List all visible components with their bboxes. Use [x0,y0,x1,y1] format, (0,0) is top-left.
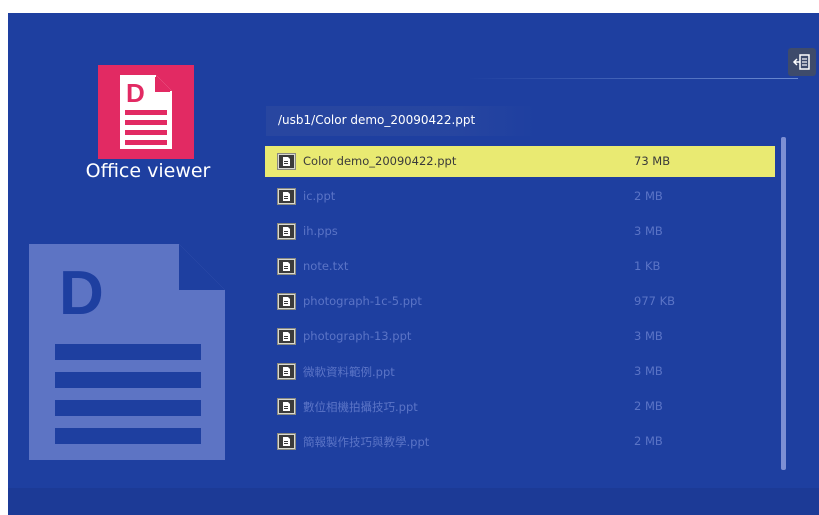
file-row[interactable]: ic.ppt 2 MB [265,179,775,214]
file-size: 3 MB [634,224,663,238]
file-icon [277,363,296,380]
file-row[interactable]: photograph-13.ppt 3 MB [265,319,775,354]
file-icon [277,258,296,275]
file-row[interactable]: Color demo_20090422.ppt 73 MB [265,144,775,179]
file-size: 977 KB [634,294,676,308]
file-name: 數位相機拍攝技巧.ppt [303,400,418,414]
file-name: note.txt [303,259,349,273]
file-icon [277,293,296,310]
file-icon [277,398,296,415]
file-row[interactable]: ih.pps 3 MB [265,214,775,249]
file-icon [277,153,296,170]
file-size: 3 MB [634,329,663,343]
file-row[interactable]: 微軟資料範例.ppt 3 MB [265,354,775,389]
file-row[interactable]: 簡報製作技巧與教學.ppt 2 MB [265,424,775,459]
app-title: Office viewer [85,160,211,182]
file-name: Color demo_20090422.ppt [303,154,457,168]
file-icon [277,188,296,205]
document-watermark-icon: D [29,244,225,460]
viewer-screen: D Office viewer D /usb1/Color demo_20090… [8,13,819,515]
file-size: 3 MB [634,364,663,378]
scrollbar[interactable] [781,137,786,470]
file-icon [277,223,296,240]
exit-icon [792,54,810,70]
file-size: 1 KB [634,259,661,273]
file-name: ih.pps [303,224,338,238]
file-name: 簡報製作技巧與教學.ppt [303,435,430,449]
file-size: 73 MB [634,154,671,168]
file-size: 2 MB [634,399,663,413]
svg-text:D: D [59,259,104,328]
current-path: /usb1/Color demo_20090422.ppt [278,113,476,127]
file-name: 微軟資料範例.ppt [303,365,395,379]
office-document-icon: D [120,75,172,149]
file-icon [277,433,296,450]
file-name: photograph-13.ppt [303,329,412,343]
top-divider [468,78,798,79]
svg-text:D: D [126,78,145,108]
file-name: photograph-1c-5.ppt [303,294,422,308]
file-size: 2 MB [634,434,663,448]
office-viewer-app-icon: D [98,65,194,159]
file-row[interactable]: 數位相機拍攝技巧.ppt 2 MB [265,389,775,424]
file-row[interactable]: photograph-1c-5.ppt 977 KB [265,284,775,319]
file-size: 2 MB [634,189,663,203]
file-icon [277,328,296,345]
file-list: Color demo_20090422.ppt 73 MB ic.ppt 2 M… [265,144,775,459]
file-row[interactable]: note.txt 1 KB [265,249,775,284]
file-name: ic.ppt [303,189,336,203]
exit-button[interactable] [788,48,816,76]
bottom-bar [8,488,819,515]
